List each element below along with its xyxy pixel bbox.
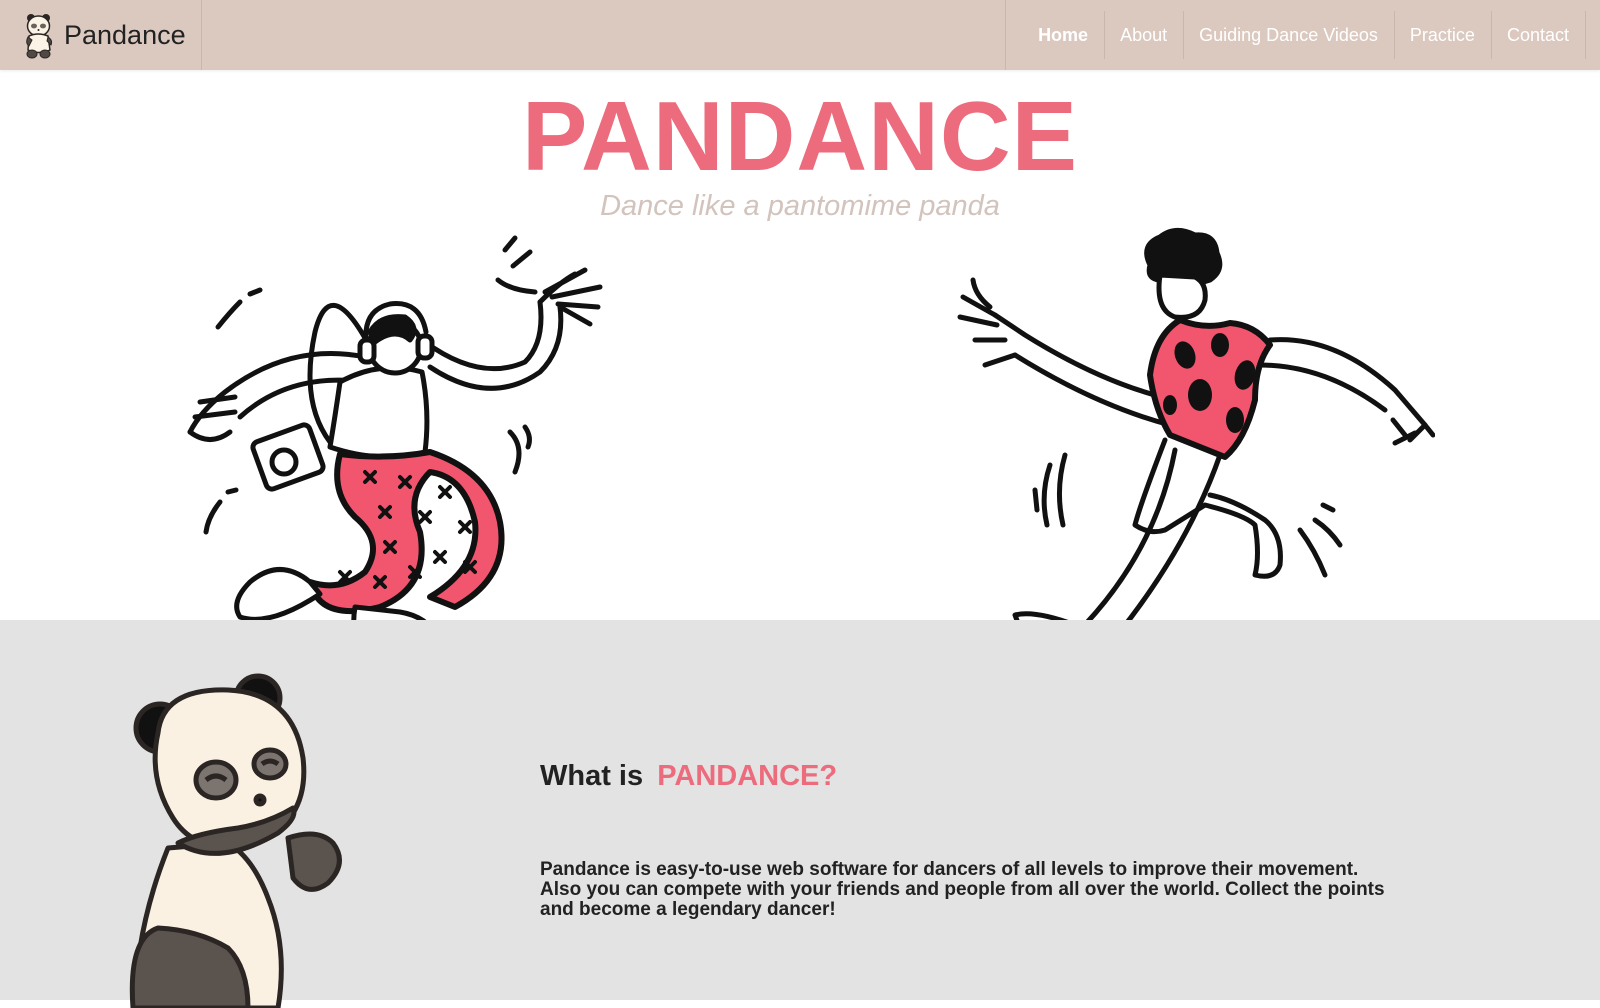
nav-divider [1585, 11, 1586, 59]
top-navbar: Pandance Home About Guiding Dance Videos… [0, 0, 1600, 70]
about-heading: What is PANDANCE? [540, 760, 837, 793]
dancer-spotted-shirt-illustration [957, 228, 1435, 668]
hero-title: PANDANCE [521, 81, 1079, 191]
brand-name: Pandance [64, 19, 186, 50]
brand-home-link[interactable]: Pandance [0, 0, 202, 70]
nav-about[interactable]: About [1104, 0, 1183, 70]
nav-practice[interactable]: Practice [1393, 0, 1491, 70]
about-heading-prefix: What is [540, 760, 644, 792]
panda-mascot-illustration [129, 673, 342, 1008]
nav-contact[interactable]: Contact [1490, 0, 1585, 70]
about-section: What is PANDANCE? Pandance is easy-to-us… [0, 620, 1600, 1008]
dancer-headphones-illustration [187, 235, 603, 658]
about-description: Pandance is easy-to-use web software for… [540, 859, 1385, 920]
hero-section: PANDANCE Dance like a pantomime panda [0, 70, 1600, 668]
panda-logo-icon [26, 14, 53, 59]
about-heading-accent: PANDANCE? [657, 760, 838, 792]
main-nav: Home About Guiding Dance Videos Practice… [1005, 0, 1586, 70]
nav-guiding-dance-videos[interactable]: Guiding Dance Videos [1183, 0, 1394, 70]
hero-subtitle: Dance like a pantomime panda [600, 190, 1000, 222]
nav-home[interactable]: Home [1006, 0, 1104, 70]
